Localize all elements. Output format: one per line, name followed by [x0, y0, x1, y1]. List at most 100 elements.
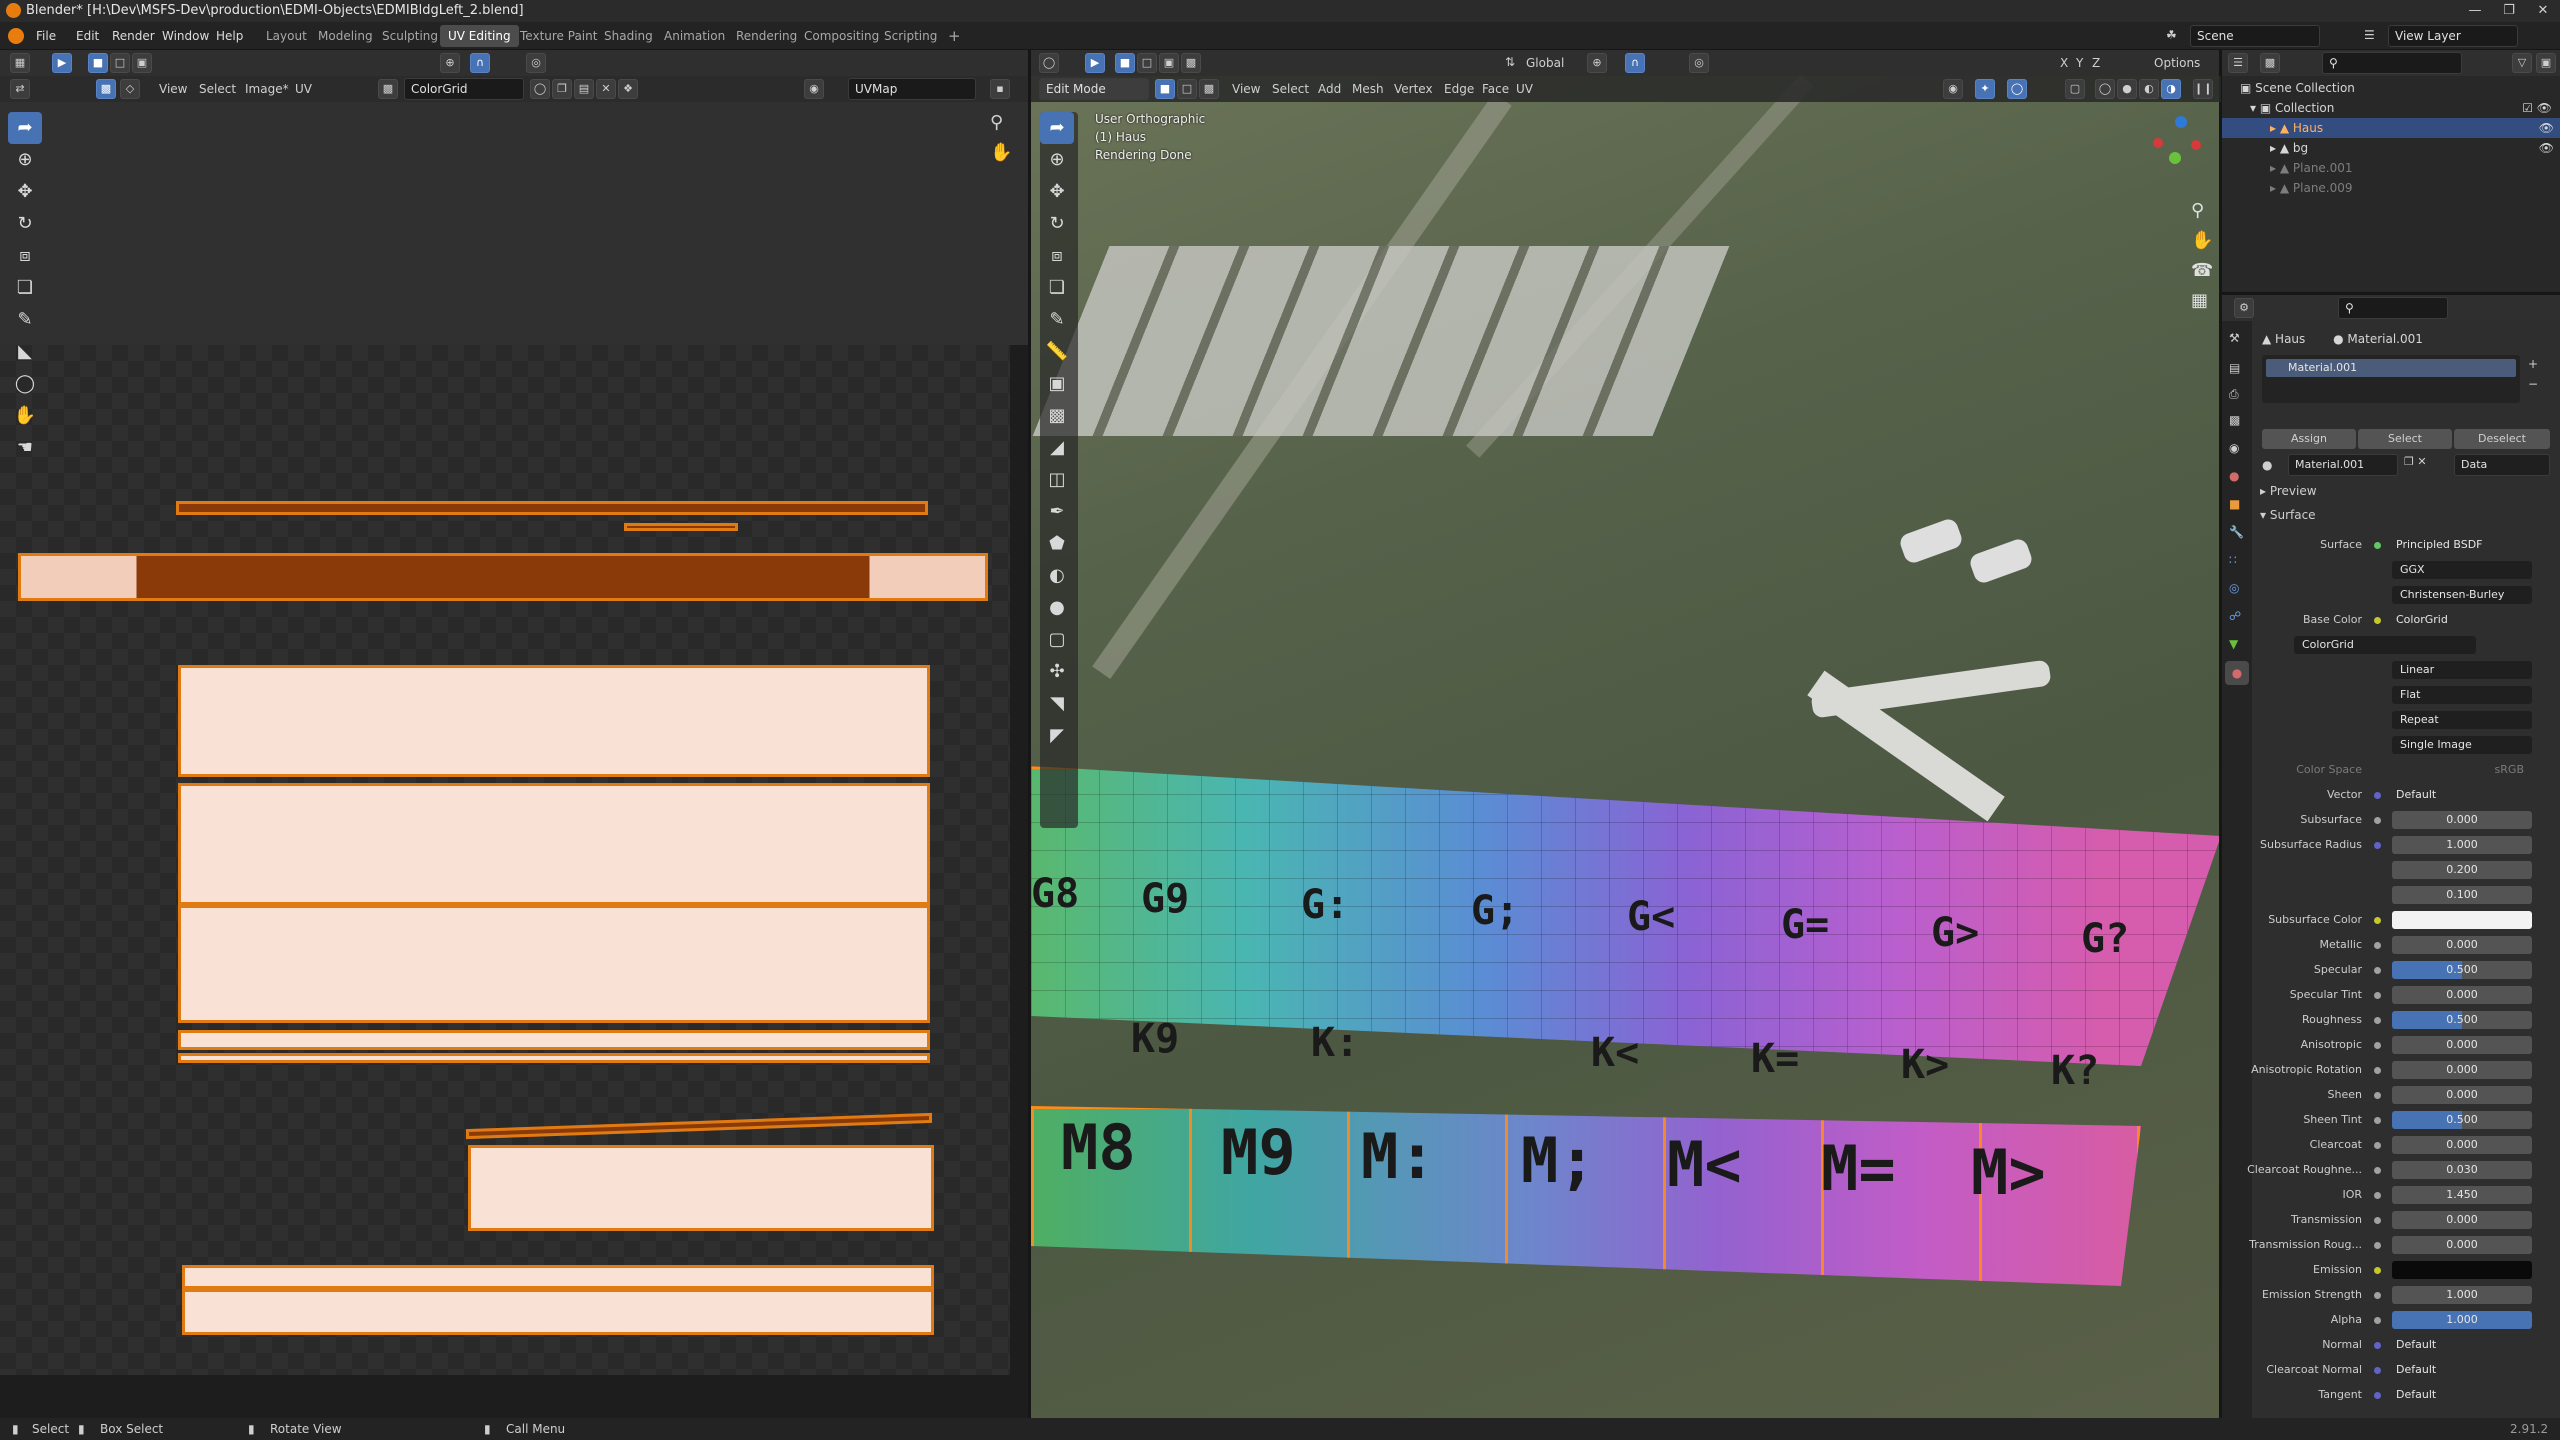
rip-tool-icon[interactable]: ◣ — [8, 336, 42, 368]
uv-island[interactable] — [468, 1145, 934, 1231]
property-slider[interactable]: 1.000 — [2392, 1311, 2532, 1329]
tab-modeling[interactable]: Modeling — [310, 25, 381, 47]
annotate-tool-icon[interactable]: ✎ — [1040, 304, 1074, 336]
outliner-row-bg[interactable]: ▸ ▲ bg 👁 — [2222, 138, 2560, 158]
pause-icon[interactable]: ❙❙ — [2193, 79, 2213, 99]
pivot-icon[interactable]: ⊕ — [440, 53, 460, 73]
property-dropdown[interactable]: Flat — [2392, 686, 2532, 704]
particles-tab-icon[interactable]: ∷ — [2229, 553, 2237, 567]
preview-panel-header[interactable]: ▸ Preview — [2260, 481, 2317, 501]
poly-build-tool-icon[interactable]: ⬟ — [1040, 528, 1074, 560]
perspective-grid-icon[interactable]: ▦ — [2191, 286, 2213, 316]
vp-menu-uv[interactable]: UV — [1511, 79, 1538, 99]
tweak-tool-icon[interactable]: ➦ — [8, 112, 42, 144]
uv-canvas[interactable] — [0, 345, 1010, 1375]
uv-sync-icon[interactable]: ⇄ — [10, 79, 30, 99]
close-icon[interactable]: ✕ — [2526, 0, 2560, 22]
uv-select-face-icon[interactable]: ▣ — [132, 53, 152, 73]
uv-island[interactable] — [178, 665, 930, 777]
uv-island[interactable] — [466, 1112, 932, 1140]
tab-sculpting[interactable]: Sculpting — [374, 25, 446, 47]
cursor-tool-icon[interactable]: ⊕ — [1040, 144, 1074, 176]
property-slider[interactable]: 0.000 — [2392, 1061, 2532, 1079]
new-image-icon[interactable]: ❐ — [552, 79, 572, 99]
navigation-gizmo[interactable] — [2151, 116, 2211, 176]
uv-menu-uv[interactable]: UV — [290, 79, 317, 99]
outliner-row-plane009[interactable]: ▸ ▲ Plane.009 — [2222, 178, 2560, 198]
select-invert-icon[interactable]: ▩ — [1181, 53, 1201, 73]
scene-tab-icon[interactable]: ◉ — [2229, 441, 2239, 455]
vertex-select-icon[interactable]: ■ — [1155, 79, 1175, 99]
outliner-row-plane001[interactable]: ▸ ▲ Plane.001 — [2222, 158, 2560, 178]
menu-help[interactable]: Help — [210, 22, 249, 50]
add-slot-icon[interactable]: + — [2528, 357, 2538, 371]
rotate-tool-icon[interactable]: ↻ — [8, 208, 42, 240]
properties-search[interactable]: ⚲ — [2338, 297, 2448, 319]
cursor-tool-icon[interactable]: ⊕ — [8, 144, 42, 176]
property-dropdown[interactable]: Single Image — [2392, 736, 2532, 754]
property-slider[interactable]: 0.030 — [2392, 1161, 2532, 1179]
uv-island[interactable] — [178, 1053, 930, 1063]
uv-island[interactable] — [178, 1030, 930, 1050]
minimize-icon[interactable]: — — [2458, 0, 2492, 22]
zoom-icon[interactable]: ⚲ — [2191, 196, 2213, 226]
select-new-icon[interactable]: ■ — [1115, 53, 1135, 73]
add-workspace-icon[interactable]: + — [940, 25, 969, 47]
menu-file[interactable]: File — [30, 22, 62, 50]
uv-island[interactable] — [182, 1289, 934, 1335]
pivot-point-icon[interactable]: ⊕ — [1587, 53, 1607, 73]
property-dropdown[interactable]: Christensen-Burley — [2392, 586, 2532, 604]
scene-field[interactable]: Scene — [2190, 25, 2320, 47]
property-dropdown[interactable]: GGX — [2392, 561, 2532, 579]
edge-slide-tool-icon[interactable]: ▢ — [1040, 624, 1074, 656]
uv-select-edge-icon[interactable]: □ — [110, 53, 130, 73]
visibility-icon[interactable]: ◉ — [1943, 79, 1963, 99]
filter-icon[interactable]: ▽ — [2512, 53, 2532, 73]
property-slider[interactable]: 0.000 — [2392, 1211, 2532, 1229]
assign-button[interactable]: Assign — [2262, 429, 2356, 449]
pin-icon[interactable]: ❖ — [618, 79, 638, 99]
outliner-row-collection[interactable]: ▾ ▣ Collection ☑ 👁 — [2250, 98, 2558, 118]
editor-type-icon[interactable]: ▦ — [10, 53, 30, 73]
image-name-field[interactable]: ColorGrid — [404, 78, 524, 100]
tab-shading[interactable]: Shading — [596, 25, 661, 47]
uv-island[interactable] — [624, 523, 738, 531]
property-slider[interactable]: 0.500 — [2392, 961, 2532, 979]
solid-shading-icon[interactable]: ● — [2117, 79, 2137, 99]
snap-icon[interactable]: ∩ — [470, 53, 490, 73]
vp-menu-select[interactable]: Select — [1267, 79, 1314, 99]
select-box-tool-icon[interactable]: ➦ — [1040, 112, 1074, 144]
annotate-tool-icon[interactable]: ✎ — [8, 304, 42, 336]
view-layer-tab-icon[interactable]: ▩ — [2229, 413, 2240, 427]
scale-tool-icon[interactable]: ⧈ — [1040, 240, 1074, 272]
smooth-tool-icon[interactable]: ● — [1040, 592, 1074, 624]
pan-hand-icon[interactable]: ✋ — [990, 142, 1012, 163]
object-tab-icon[interactable]: ■ — [2229, 497, 2240, 511]
deselect-button[interactable]: Deselect — [2454, 429, 2550, 449]
relax-tool-icon[interactable]: ✋ — [8, 400, 42, 432]
color-swatch[interactable] — [2392, 911, 2532, 929]
outliner-row-haus[interactable]: ▸ ▲ Haus 👁 — [2222, 118, 2560, 138]
uv-island[interactable] — [178, 905, 930, 1023]
uv-sticky-icon[interactable]: ◇ — [120, 79, 140, 99]
wireframe-shading-icon[interactable]: ◯ — [2095, 79, 2115, 99]
vp-menu-mesh[interactable]: Mesh — [1347, 79, 1389, 99]
viewport-proportional-icon[interactable]: ◎ — [1689, 53, 1709, 73]
property-slider[interactable]: 0.100 — [2392, 886, 2532, 904]
axis-z-toggle[interactable]: Z — [2087, 53, 2105, 73]
property-link[interactable]: ColorGrid — [2392, 611, 2532, 629]
uv-menu-view[interactable]: View — [154, 79, 192, 99]
property-slider[interactable]: 0.000 — [2392, 936, 2532, 954]
extrude-tool-icon[interactable]: ▣ — [1040, 368, 1074, 400]
surface-panel-header[interactable]: ▾ Surface — [2260, 505, 2316, 525]
uv-island[interactable] — [178, 783, 930, 905]
output-tab-icon[interactable]: ⎙ — [2229, 387, 2239, 402]
axis-y-toggle[interactable]: Y — [2071, 53, 2088, 73]
display-mode-icon[interactable]: ▩ — [2260, 53, 2280, 73]
gizmo-icon[interactable]: ✦ — [1975, 79, 1995, 99]
knife-tool-icon[interactable]: ✒ — [1040, 496, 1074, 528]
inset-tool-icon[interactable]: ▩ — [1040, 400, 1074, 432]
zoom-icon[interactable]: ⚲ — [990, 112, 1003, 133]
viewport-select-icon[interactable]: ▶ — [1085, 53, 1105, 73]
menu-window[interactable]: Window — [156, 22, 215, 50]
